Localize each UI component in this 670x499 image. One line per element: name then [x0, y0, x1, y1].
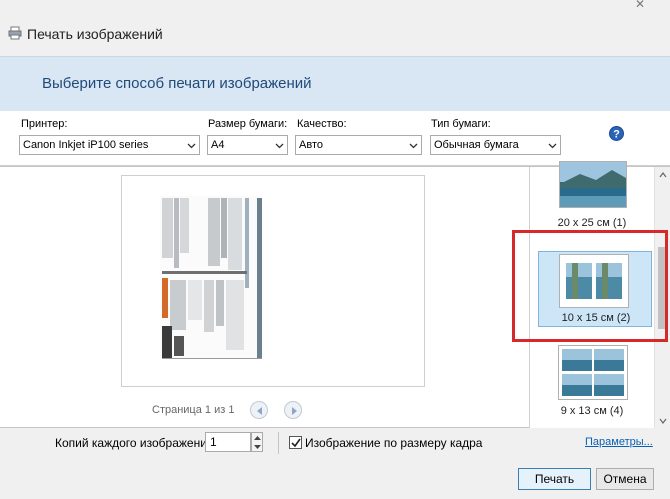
paper-size-select[interactable]: A4 [207, 135, 288, 155]
page-indicator: Страница 1 из 1 [152, 404, 235, 416]
preview-image [160, 196, 262, 359]
svg-text:?: ? [613, 129, 620, 141]
copies-spinner[interactable] [251, 432, 263, 452]
spin-up-icon[interactable] [254, 435, 261, 441]
copies-input[interactable]: 1 [205, 432, 251, 452]
paper-size-value: A4 [211, 139, 225, 151]
layout-option-20x25[interactable]: 20 x 25 см (1) [530, 161, 654, 231]
page-preview [121, 175, 425, 387]
quality-select[interactable]: Авто [295, 135, 422, 155]
chevron-down-icon [187, 143, 196, 149]
copies-label: Копий каждого изображения: [55, 436, 217, 450]
content-area: Страница 1 из 1 20 x 25 см (1) 10 x 15 с… [0, 161, 670, 429]
cancel-button[interactable]: Отмена [596, 468, 654, 490]
red-annotation-box [512, 230, 668, 342]
quality-value: Авто [299, 139, 323, 151]
landscape-photo [560, 162, 626, 207]
print-options: Принтер: Canon Inkjet iP100 series Разме… [0, 111, 670, 166]
four-photo-layout [562, 349, 624, 396]
quality-label: Качество: [297, 118, 347, 130]
printer-label: Принтер: [21, 118, 68, 130]
title-bar: Печать изображений ✕ [0, 0, 670, 56]
chevron-down-icon [409, 143, 418, 149]
instruction-text: Выберите способ печати изображений [42, 75, 312, 92]
paper-type-select[interactable]: Обычная бумага [430, 135, 561, 155]
layout-label: 9 x 13 см (4) [560, 405, 624, 417]
paper-type-value: Обычная бумага [434, 139, 519, 151]
arrow-right-icon [292, 407, 297, 415]
scroll-up-icon[interactable] [659, 171, 667, 179]
chevron-down-icon [548, 143, 557, 149]
layout-option-9x13[interactable]: 9 x 13 см (4) [530, 345, 654, 425]
window-title: Печать изображений [27, 26, 163, 42]
printer-value: Canon Inkjet iP100 series [23, 139, 149, 151]
arrow-left-icon [257, 407, 262, 415]
chevron-down-icon [275, 143, 284, 149]
close-icon[interactable]: ✕ [628, 0, 652, 10]
printer-icon [8, 26, 22, 40]
printer-select[interactable]: Canon Inkjet iP100 series [19, 135, 200, 155]
paper-type-label: Тип бумаги: [431, 118, 491, 130]
footer-separator [278, 432, 279, 454]
layout-label: 20 x 25 см (1) [557, 217, 627, 229]
layout-thumbnail [558, 345, 628, 400]
previous-page-button[interactable] [250, 401, 268, 419]
dialog-footer: Копий каждого изображения: 1 Изображение… [0, 428, 670, 499]
layout-thumbnail [559, 161, 627, 208]
paper-size-label: Размер бумаги: [208, 118, 288, 130]
fit-to-frame-label[interactable]: Изображение по размеру кадра [305, 436, 482, 450]
print-button[interactable]: Печать [518, 468, 591, 490]
spin-down-icon[interactable] [254, 444, 261, 450]
checkmark-icon [291, 438, 301, 448]
help-icon[interactable]: ? [609, 126, 624, 141]
options-link[interactable]: Параметры... [585, 436, 653, 448]
next-page-button[interactable] [284, 401, 302, 419]
fit-to-frame-checkbox[interactable] [289, 436, 302, 449]
instruction-header: Выберите способ печати изображений [0, 56, 670, 111]
scroll-down-icon[interactable] [659, 417, 667, 425]
